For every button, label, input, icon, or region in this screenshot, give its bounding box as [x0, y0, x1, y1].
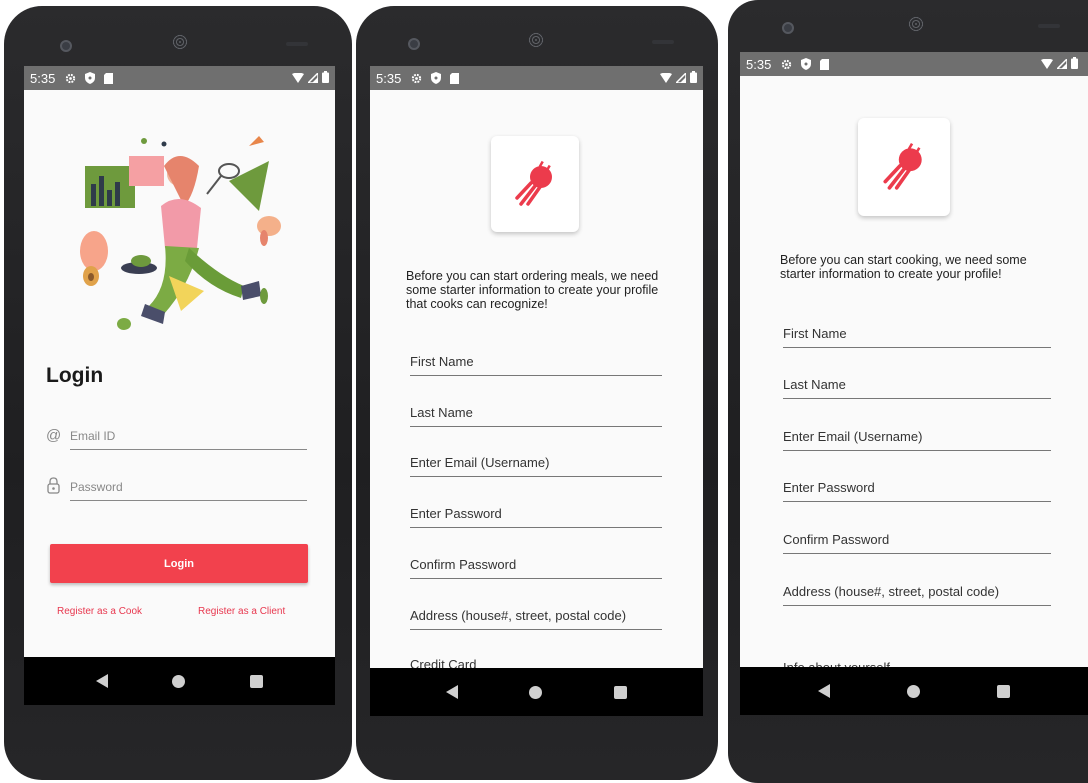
password-label: Enter Password — [783, 480, 875, 495]
nav-bar — [24, 657, 335, 705]
home-button[interactable] — [529, 685, 543, 699]
last-name-field[interactable]: Last Name — [410, 394, 662, 427]
client-intro-text: Before you can start ordering meals, we … — [406, 269, 659, 311]
first-name-label: First Name — [783, 326, 847, 341]
sd-card-icon — [820, 58, 830, 70]
front-camera — [782, 22, 794, 34]
sd-card-icon — [104, 72, 114, 84]
status-bar: 5:35 — [24, 66, 335, 90]
phone-login: 5:35 Login @ Email ID Password Login Reg… — [4, 6, 352, 780]
phone-client-register: 5:35 Before you can start ordering meals… — [356, 6, 718, 780]
app-logo-card — [858, 118, 950, 216]
screen-login: 5:35 Login @ Email ID Password Login Reg… — [24, 66, 335, 705]
proximity-sensor — [1038, 24, 1060, 28]
password-field[interactable]: Enter Password — [783, 468, 1051, 502]
password-label: Enter Password — [410, 506, 502, 521]
status-bar: 5:35 — [370, 66, 703, 90]
app-logo-icon — [515, 160, 552, 206]
front-camera — [60, 40, 72, 52]
home-button[interactable] — [906, 684, 920, 698]
sd-card-icon — [450, 72, 460, 84]
first-name-field[interactable]: First Name — [783, 314, 1051, 348]
email-label: Enter Email (Username) — [410, 455, 550, 470]
confirm-password-field[interactable]: Confirm Password — [783, 520, 1051, 554]
confirm-password-label: Confirm Password — [783, 532, 890, 547]
screen-client-register: 5:35 Before you can start ordering meals… — [370, 66, 703, 716]
proximity-sensor — [652, 40, 674, 44]
signal-icon — [1055, 56, 1068, 72]
last-name-label: Last Name — [783, 377, 846, 392]
front-camera — [408, 38, 420, 50]
register-client-link[interactable]: Register as a Client — [198, 606, 285, 617]
password-input[interactable]: Password — [70, 469, 307, 501]
status-bar: 5:35 — [740, 52, 1088, 76]
speaker-grille — [172, 34, 188, 50]
app-logo-card — [491, 136, 579, 232]
status-time: 5:35 — [376, 70, 402, 86]
phone-cook-register: 5:35 Before you can start cooking, we ne… — [728, 0, 1088, 783]
shield-icon — [801, 58, 812, 70]
screen-cook-register: 5:35 Before you can start cooking, we ne… — [740, 52, 1088, 715]
home-button[interactable] — [172, 674, 186, 688]
email-label: Enter Email (Username) — [783, 429, 923, 444]
recent-apps-button[interactable] — [249, 674, 263, 688]
confirm-password-label: Confirm Password — [410, 557, 517, 572]
confirm-password-field[interactable]: Confirm Password — [410, 546, 662, 579]
address-label: Address (house#, street, postal code) — [783, 584, 1000, 599]
signal-icon — [674, 70, 687, 86]
address-label: Address (house#, street, postal code) — [410, 608, 627, 623]
email-input[interactable]: Email ID — [70, 418, 307, 450]
shield-icon — [431, 72, 442, 84]
address-field[interactable]: Address (house#, street, postal code) — [410, 597, 662, 630]
nav-bar — [740, 667, 1088, 715]
settings-icon — [65, 73, 76, 84]
speaker-grille — [528, 32, 544, 48]
back-button[interactable] — [818, 684, 831, 698]
wifi-icon — [660, 71, 672, 86]
login-title: Login — [46, 364, 104, 387]
first-name-label: First Name — [410, 354, 474, 369]
app-logo-icon — [883, 142, 922, 190]
speaker-grille — [908, 16, 924, 32]
battery-icon — [1071, 56, 1078, 72]
back-button[interactable] — [96, 674, 109, 688]
settings-icon — [781, 59, 792, 70]
signal-icon — [306, 70, 319, 86]
address-field[interactable]: Address (house#, street, postal code) — [783, 572, 1051, 606]
proximity-sensor — [286, 42, 308, 46]
email-placeholder: Email ID — [70, 429, 116, 443]
recent-apps-button[interactable] — [996, 684, 1010, 698]
shield-icon — [85, 72, 96, 84]
wifi-icon — [1041, 57, 1053, 72]
nav-bar — [370, 668, 703, 716]
email-field[interactable]: Enter Email (Username) — [783, 417, 1051, 451]
register-cook-link[interactable]: Register as a Cook — [57, 606, 142, 617]
status-time: 5:35 — [746, 56, 772, 72]
password-field[interactable]: Enter Password — [410, 495, 662, 528]
at-icon: @ — [46, 427, 62, 444]
lock-icon — [47, 477, 60, 498]
first-name-field[interactable]: First Name — [410, 343, 662, 376]
battery-icon — [690, 70, 697, 86]
last-name-label: Last Name — [410, 405, 473, 420]
cooking-illustration — [80, 136, 281, 330]
settings-icon — [411, 73, 422, 84]
battery-icon — [322, 70, 329, 86]
cook-intro-text: Before you can start cooking, we need so… — [780, 253, 1027, 281]
password-placeholder: Password — [70, 480, 123, 494]
back-button[interactable] — [445, 685, 458, 699]
email-field[interactable]: Enter Email (Username) — [410, 444, 662, 477]
last-name-field[interactable]: Last Name — [783, 365, 1051, 399]
status-time: 5:35 — [30, 70, 56, 86]
login-button[interactable]: Login — [50, 544, 308, 583]
wifi-icon — [292, 71, 304, 86]
recent-apps-button[interactable] — [614, 685, 628, 699]
